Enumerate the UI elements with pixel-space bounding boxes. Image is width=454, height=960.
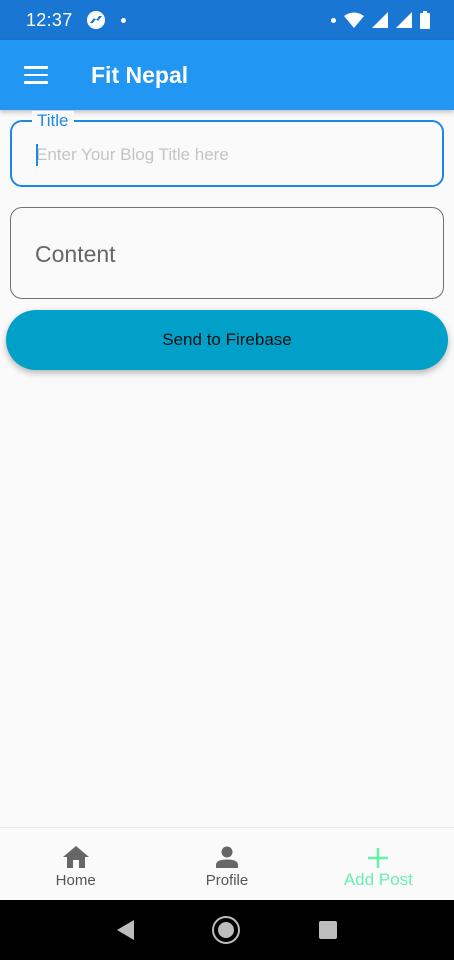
app-bar: Fit Nepal [0,40,454,110]
recent-apps-icon[interactable] [318,921,337,939]
nav-label-profile: Profile [205,872,249,889]
battery-icon [420,11,430,29]
nav-label-add-post: Add Post [343,870,413,889]
signal-icon [396,12,412,28]
send-to-firebase-button[interactable]: Send to Firebase [6,310,448,370]
content-input[interactable] [35,238,415,270]
nav-item-profile[interactable]: Profile [151,828,302,900]
notification-dot-icon [331,17,336,23]
system-navigation-bar [0,900,454,960]
hamburger-menu-icon[interactable] [24,66,48,84]
title-field[interactable]: Title [10,111,444,187]
title-input[interactable] [36,142,416,168]
status-icons [331,0,430,40]
app-title: Fit Nepal [91,61,189,88]
status-time: 12:37 [26,9,73,30]
content-field[interactable] [10,207,444,299]
home-icon [62,842,89,868]
plus-icon [368,842,389,868]
wifi-icon [344,12,364,28]
text-caret [36,144,38,166]
messenger-icon [86,11,105,29]
nav-label-home: Home [55,872,96,889]
signal-icon [372,12,388,28]
nav-item-home[interactable]: Home [0,828,151,900]
notification-dot-icon [120,17,126,23]
bottom-navigation: Home Profile Add Post [0,827,454,900]
title-label: Title [32,111,74,131]
back-icon[interactable] [117,920,135,940]
person-icon [215,842,238,868]
status-bar: 12:37 [0,0,454,40]
nav-item-add-post[interactable]: Add Post [303,828,454,900]
home-button-icon[interactable] [212,916,241,944]
